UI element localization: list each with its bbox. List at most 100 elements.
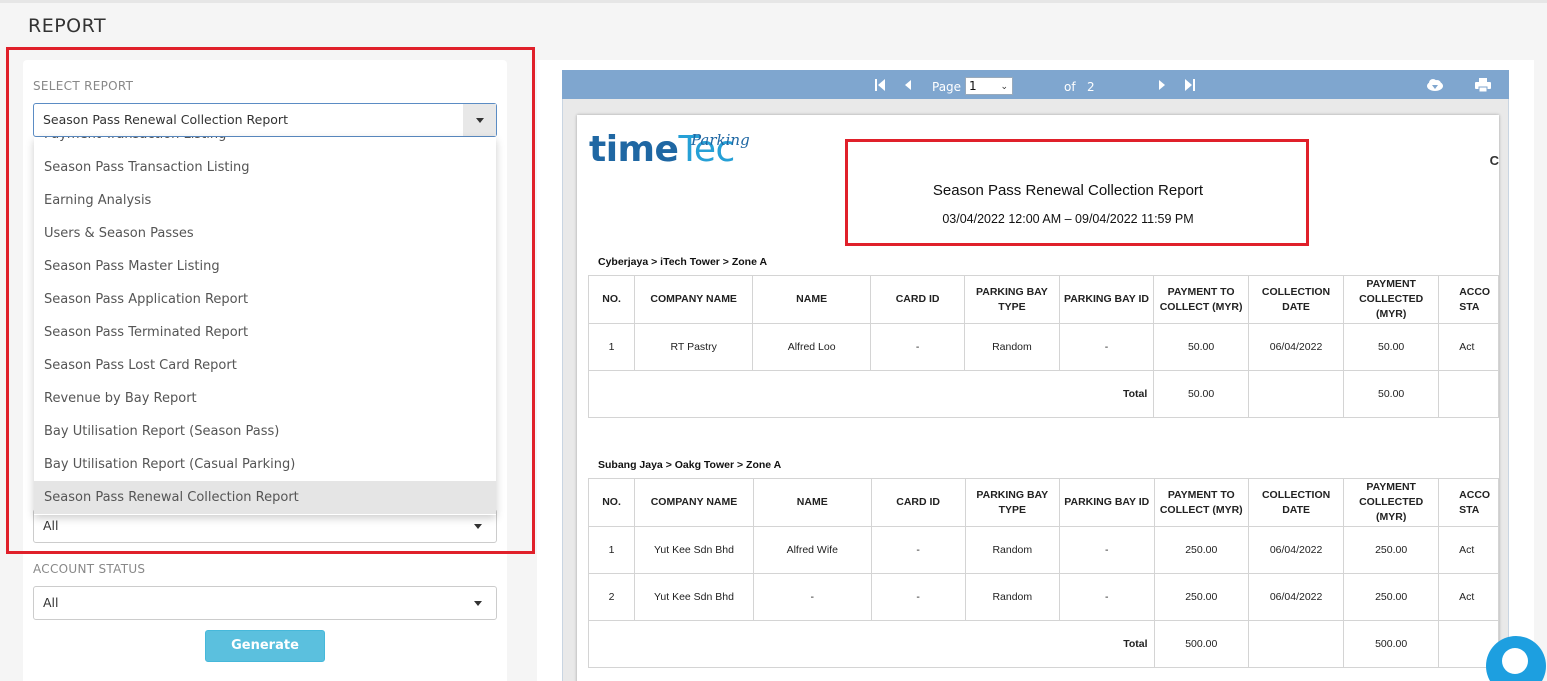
cell: 2 (587, 573, 636, 621)
logo-parking-text: Parking (691, 131, 750, 149)
report-page: timeTec Parking C Season Pass Renewal Co… (577, 115, 1499, 681)
col-header: ACCO STA (1438, 275, 1499, 324)
zone-heading: Cyberjaya > iTech Tower > Zone A (598, 256, 768, 268)
viewer-toolbar (562, 70, 1509, 99)
table-row: 1 RT Pastry Alfred Loo - Random - 50.00 … (587, 323, 1499, 371)
chevron-down-icon: ⌄ (1000, 82, 1008, 92)
dropdown-option[interactable]: Bay Utilisation Report (Casual Parking) (34, 448, 496, 481)
cell: - (1058, 323, 1155, 371)
account-status-select[interactable]: All (33, 586, 497, 620)
download-icon[interactable] (1426, 78, 1444, 92)
dropdown-option[interactable]: Payment Transaction Listing (34, 137, 496, 151)
logo-time-text: time (589, 129, 679, 170)
col-header: PARKING BAY ID (1059, 478, 1155, 527)
generate-button[interactable]: Generate (205, 630, 325, 662)
cell: 50.00 (1343, 323, 1440, 371)
select-report-dropdown[interactable]: Season Pass Renewal Collection Report (33, 103, 497, 137)
dropdown-option[interactable]: Bay Utilisation Report (Season Pass) (34, 415, 496, 448)
col-header: PARKING BAY TYPE (964, 478, 1061, 527)
col-header: PARKING BAY ID (1058, 275, 1155, 324)
zone-heading: Subang Jaya > Oakg Tower > Zone A (598, 459, 782, 471)
cell: 250.00 (1343, 573, 1440, 621)
cell: - (870, 526, 966, 574)
dropdown-option[interactable]: Season Pass Application Report (34, 283, 496, 316)
table-total-row: Total 500.00 500.00 (588, 620, 1499, 668)
of-label: of (1064, 80, 1076, 94)
dropdown-option[interactable]: Users & Season Passes (34, 217, 496, 250)
cell: 06/04/2022 (1247, 323, 1345, 371)
dropdown-option[interactable]: Season Pass Lost Card Report (34, 349, 496, 382)
table-header-row: NO. COMPANY NAME NAME CARD ID PARKING BA… (587, 275, 1499, 324)
dropdown-option[interactable]: Season Pass Transaction Listing (34, 151, 496, 184)
select-report-label: SELECT REPORT (33, 79, 134, 93)
first-page-icon[interactable] (874, 78, 886, 92)
timetec-parking-logo: timeTec Parking (589, 129, 750, 170)
prev-page-icon[interactable] (904, 80, 912, 90)
next-page-icon[interactable] (1158, 80, 1166, 90)
report-header-clipped-text: C (1489, 153, 1499, 168)
cell: Random (964, 323, 1060, 371)
cell: 50.00 (1153, 323, 1249, 371)
cell: 1 (587, 526, 636, 574)
cell: 250.00 (1153, 573, 1250, 621)
col-header: ACCO STA (1438, 478, 1499, 527)
page-number-select[interactable]: 1 ⌄ (965, 77, 1013, 95)
hidden-filter-value: All (43, 518, 59, 533)
dropdown-option[interactable]: Season Pass Terminated Report (34, 316, 496, 349)
report-title: Season Pass Renewal Collection Report (932, 182, 1204, 199)
col-header: NAME (752, 478, 872, 527)
dropdown-option[interactable]: Revenue by Bay Report (34, 382, 496, 415)
cell: 250.00 (1153, 526, 1250, 574)
total-collected: 50.00 (1343, 370, 1440, 418)
col-header: PAYMENT COLLECTED (MYR) (1343, 275, 1440, 324)
dropdown-toggle[interactable] (463, 104, 496, 136)
chevron-down-icon (474, 601, 482, 606)
top-divider (0, 0, 1547, 3)
print-icon[interactable] (1475, 78, 1491, 92)
col-header: PARKING BAY TYPE (964, 275, 1060, 324)
cell: Alfred Wife (752, 526, 872, 574)
cell (1438, 370, 1499, 418)
chevron-down-icon (475, 117, 484, 123)
chevron-down-icon (474, 524, 482, 529)
report-options-list: Payment Transaction Listing Season Pass … (34, 137, 496, 515)
cell: RT Pastry (634, 323, 754, 371)
last-page-icon[interactable] (1184, 78, 1196, 92)
cell: Act (1438, 323, 1499, 371)
dropdown-option[interactable]: Earning Analysis (34, 184, 496, 217)
col-header: NAME (752, 275, 872, 324)
cell: Random (964, 573, 1061, 621)
cell: Yut Kee Sdn Bhd (634, 573, 754, 621)
account-status-label: ACCOUNT STATUS (33, 562, 146, 576)
table-header-row: NO. COMPANY NAME NAME CARD ID PARKING BA… (587, 478, 1499, 527)
table-row: 1 Yut Kee Sdn Bhd Alfred Wife - Random -… (587, 526, 1499, 574)
account-status-value: All (43, 595, 59, 610)
col-header: COLLECTION DATE (1247, 275, 1345, 324)
col-header: CARD ID (870, 275, 966, 324)
total-to-collect: 50.00 (1153, 370, 1249, 418)
page-label: Page (932, 80, 962, 94)
cell: Alfred Loo (752, 323, 872, 371)
chat-widget-button[interactable] (1486, 636, 1546, 681)
cell: 06/04/2022 (1248, 526, 1345, 574)
page-number-value: 1 (969, 79, 977, 93)
cell: Act (1438, 573, 1499, 621)
col-header: COMPANY NAME (634, 478, 754, 527)
cell (1247, 370, 1345, 418)
col-header: CARD ID (870, 478, 966, 527)
total-pages: 2 (1087, 80, 1095, 94)
chat-icon (1502, 648, 1528, 674)
report-table: NO. COMPANY NAME NAME CARD ID PARKING BA… (587, 478, 1499, 668)
dropdown-option-selected[interactable]: Season Pass Renewal Collection Report (34, 481, 496, 514)
table-row: 2 Yut Kee Sdn Bhd - - Random - 250.00 06… (587, 573, 1499, 621)
cell (1248, 620, 1345, 668)
col-header: PAYMENT TO COLLECT (MYR) (1153, 478, 1250, 527)
dropdown-option[interactable]: Season Pass Master Listing (34, 250, 496, 283)
cell: 06/04/2022 (1248, 573, 1345, 621)
cell: - (870, 323, 966, 371)
col-header: PAYMENT COLLECTED (MYR) (1343, 478, 1440, 527)
cell: - (1059, 573, 1155, 621)
col-header: PAYMENT TO COLLECT (MYR) (1153, 275, 1249, 324)
col-header: COLLECTION DATE (1248, 478, 1345, 527)
col-header: NO. (587, 275, 636, 324)
